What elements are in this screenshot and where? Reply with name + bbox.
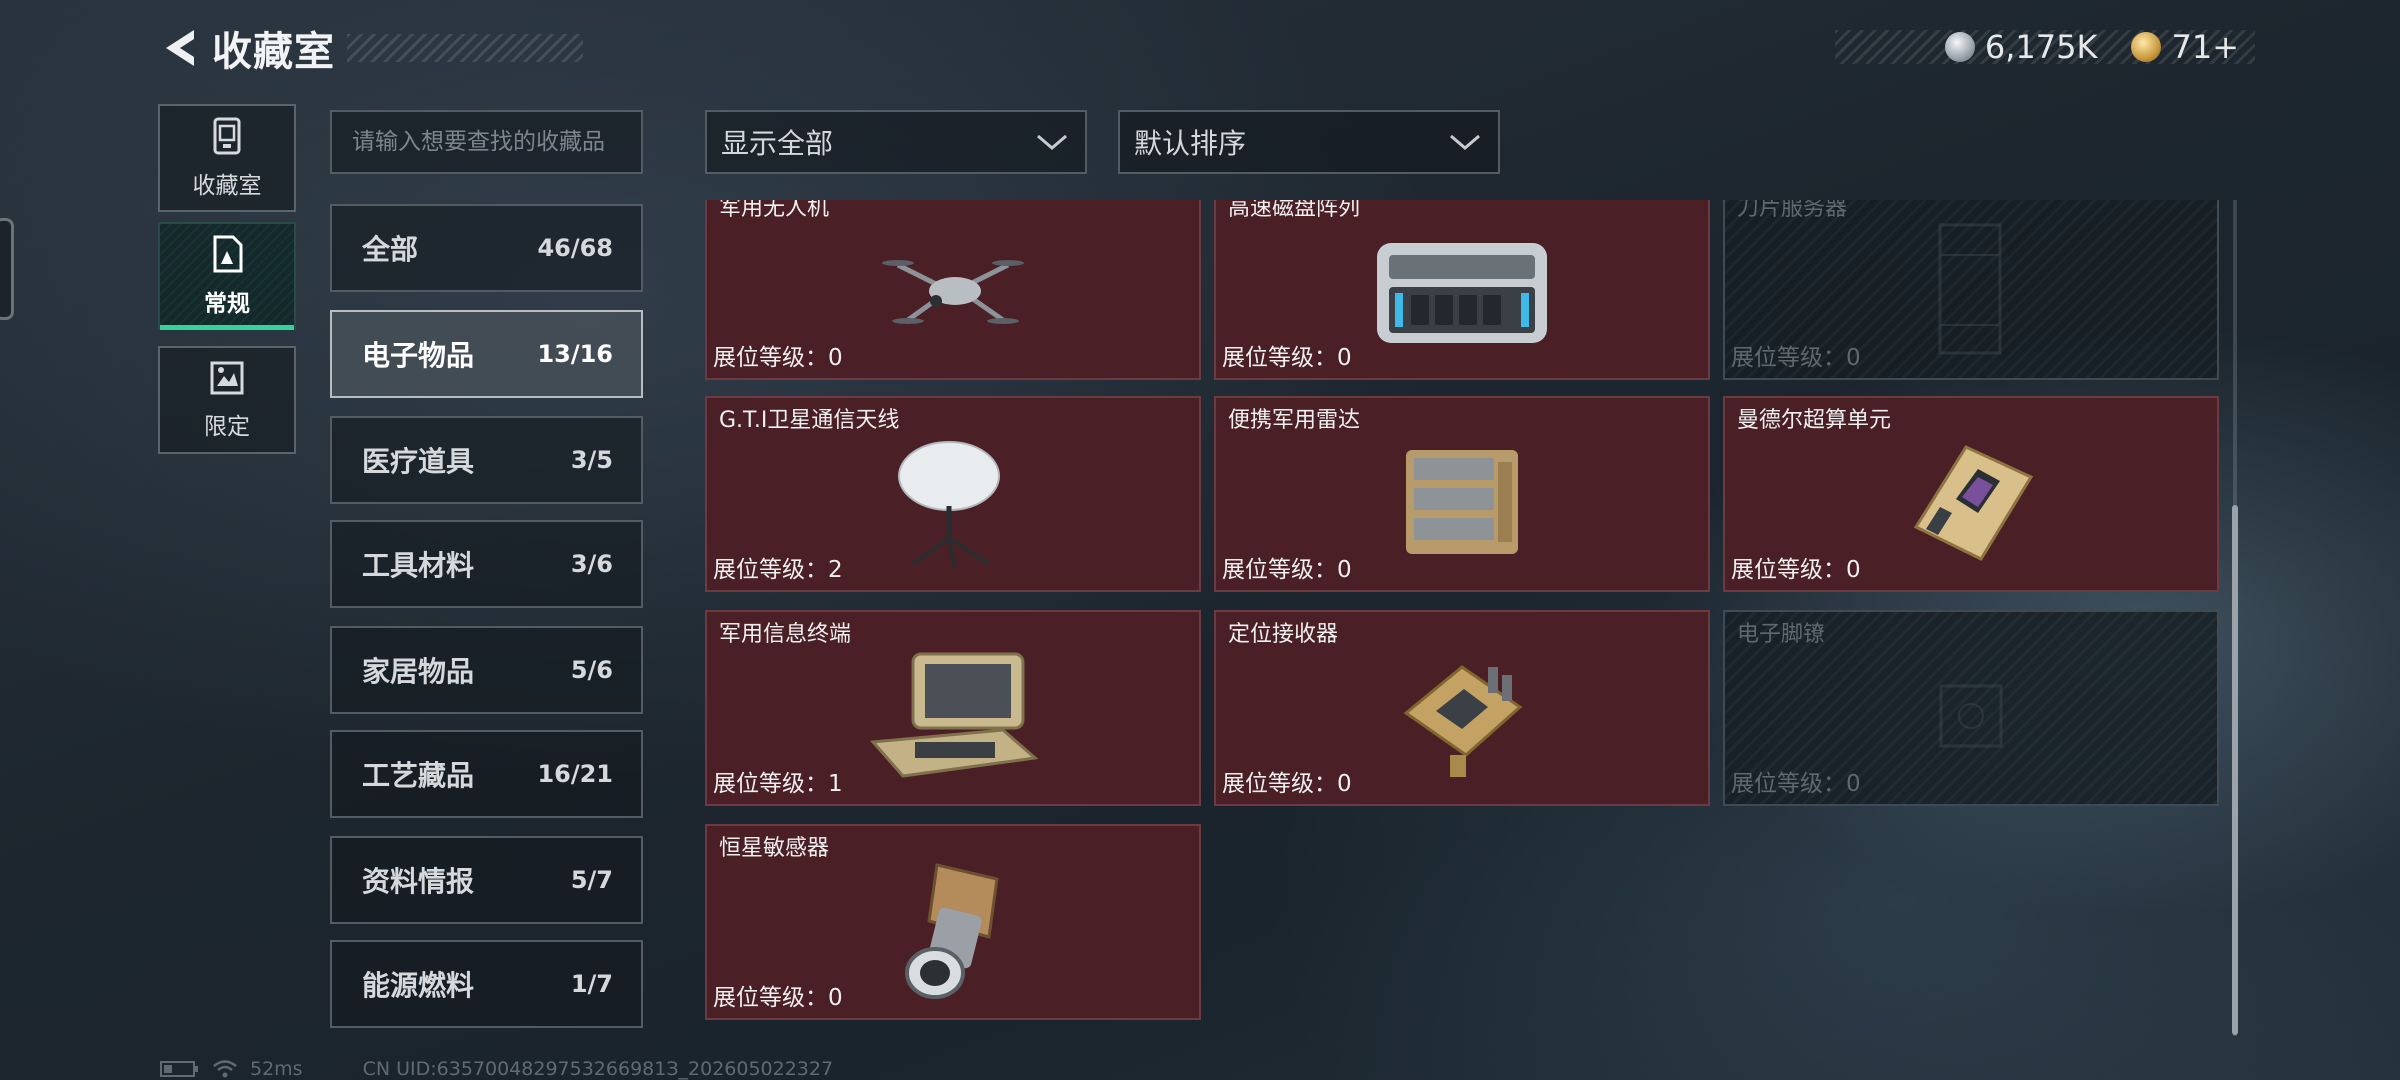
sort-dropdown[interactable]: 默认排序	[1118, 110, 1500, 174]
drone-icon	[882, 259, 1024, 324]
gold-currency-value[interactable]: 71+	[2171, 28, 2239, 66]
item-level: 展位等级：0	[1731, 771, 1861, 797]
regular-doc-icon	[213, 235, 243, 273]
category-count: 3/6	[570, 550, 613, 578]
gold-coin-icon	[2131, 32, 2162, 62]
item-level: 展位等级：0	[1731, 557, 1861, 583]
side-tab-label: 限定	[204, 414, 250, 440]
title-decoration	[347, 34, 583, 62]
item-name: 便携军用雷达	[1228, 408, 1361, 433]
silver-currency-value: 6,175K	[1984, 28, 2098, 66]
side-tab-limited[interactable]: 限定	[158, 346, 296, 454]
side-tab-label: 常规	[204, 291, 250, 317]
side-tab-collection-room[interactable]: 收藏室	[158, 104, 296, 212]
collection-grid[interactable]: 军用无人机 展位等级：0 高速磁盘阵列 展位等级：0 刀片服务器 展位等级：0 …	[700, 200, 2220, 1040]
item-level: 展位等级：0	[1222, 345, 1352, 371]
silver-coin-icon	[1944, 32, 1975, 62]
search-input[interactable]	[330, 110, 643, 174]
item-name: G.T.I卫星通信天线	[719, 408, 900, 433]
item-level: 展位等级：0	[713, 985, 843, 1011]
category-energy[interactable]: 能源燃料 1/7	[330, 940, 643, 1028]
status-bar: 52ms CN UID:6357004829753266981З_2026050…	[160, 1058, 833, 1080]
side-tab-regular[interactable]: 常规	[158, 222, 296, 330]
item-name: 曼德尔超算单元	[1737, 408, 1892, 433]
positioning-receiver-icon	[1403, 664, 1523, 777]
back-arrow-icon	[166, 30, 194, 66]
item-card-star-sensor[interactable]: 恒星敏感器 展位等级：0	[705, 824, 1201, 1020]
category-name: 工具材料	[362, 549, 475, 582]
item-card-blade-server[interactable]: 刀片服务器 展位等级：0	[1723, 200, 2219, 380]
sort-label: 默认排序	[1134, 127, 1247, 160]
item-card-electronic-shackle[interactable]: 电子脚镣 展位等级：0	[1723, 610, 2219, 806]
item-level: 展位等级：1	[713, 771, 843, 797]
category-count: 1/7	[570, 970, 613, 998]
category-name: 全部	[362, 233, 419, 266]
category-count: 46/68	[537, 234, 613, 262]
satellite-antenna-icon	[898, 440, 1000, 569]
category-all[interactable]: 全部 46/68	[330, 204, 643, 292]
category-crafts[interactable]: 工艺藏品 16/21	[330, 730, 643, 818]
item-level: 展位等级：2	[713, 557, 843, 583]
radar-icon	[1406, 449, 1518, 554]
category-name: 电子物品	[362, 339, 475, 372]
item-level: 展位等级：0	[1222, 557, 1352, 583]
item-card-military-info-terminal[interactable]: 军用信息终端 展位等级：1	[705, 610, 1201, 806]
item-name: 军用信息终端	[719, 622, 852, 647]
item-name: 恒星敏感器	[719, 836, 830, 861]
chevron-down-icon	[1037, 134, 1067, 150]
wifi-icon	[213, 1060, 237, 1078]
item-name: 刀片服务器	[1737, 200, 1848, 221]
item-card-positioning-receiver[interactable]: 定位接收器 展位等级：0	[1214, 610, 1710, 806]
item-name: 定位接收器	[1228, 622, 1339, 647]
category-count: 13/16	[537, 340, 613, 368]
disk-array-icon	[1377, 242, 1547, 343]
item-level: 展位等级：0	[713, 345, 843, 371]
item-name: 军用无人机	[719, 200, 830, 221]
item-card-military-drone[interactable]: 军用无人机 展位等级：0	[705, 200, 1201, 380]
collection-room-icon	[213, 117, 241, 155]
category-medical[interactable]: 医疗道具 3/5	[330, 416, 643, 504]
item-name: 电子脚镣	[1737, 622, 1826, 647]
chevron-down-icon	[1450, 134, 1480, 150]
category-household[interactable]: 家居物品 5/6	[330, 626, 643, 714]
header: 收藏室	[158, 20, 583, 76]
star-sensor-icon	[905, 862, 999, 999]
category-name: 能源燃料	[362, 969, 475, 1002]
category-intel[interactable]: 资料情报 5/7	[330, 836, 643, 924]
category-name: 工艺藏品	[362, 759, 475, 792]
limited-icon	[210, 361, 244, 395]
filter-show-label: 显示全部	[721, 127, 834, 160]
item-card-gti-satellite-antenna[interactable]: G.T.I卫星通信天线 展位等级：2	[705, 396, 1201, 592]
item-level: 展位等级：0	[1731, 345, 1861, 371]
category-count: 3/5	[570, 446, 613, 474]
side-tab-label: 收藏室	[192, 173, 262, 199]
ping-value: 52ms	[250, 1058, 303, 1080]
category-tools[interactable]: 工具材料 3/6	[330, 520, 643, 608]
category-name: 医疗道具	[362, 445, 475, 478]
category-count: 16/21	[537, 760, 613, 788]
category-count: 5/7	[570, 866, 613, 894]
category-name: 资料情报	[362, 865, 475, 898]
scrollbar-thumb[interactable]	[2232, 505, 2238, 1035]
currency-bar: 6,175K 71+	[1835, 28, 2255, 66]
battery-icon	[160, 1061, 198, 1077]
category-name: 家居物品	[362, 655, 475, 688]
category-electronics[interactable]: 电子物品 13/16	[330, 310, 643, 398]
item-level: 展位等级：0	[1222, 771, 1352, 797]
supercomputer-unit-icon	[1913, 444, 2034, 561]
item-name: 高速磁盘阵列	[1228, 200, 1361, 221]
left-edge-handle[interactable]	[0, 218, 14, 320]
filter-show-dropdown[interactable]: 显示全部	[705, 110, 1087, 174]
category-count: 5/6	[570, 656, 613, 684]
back-button[interactable]	[158, 20, 202, 76]
page-title: 收藏室	[212, 29, 335, 75]
item-card-portable-radar[interactable]: 便携军用雷达 展位等级：0	[1214, 396, 1710, 592]
blade-server-icon	[1938, 223, 2002, 355]
item-card-disk-array[interactable]: 高速磁盘阵列 展位等级：0	[1214, 200, 1710, 380]
item-card-mandel-supercomputer[interactable]: 曼德尔超算单元 展位等级：0	[1723, 396, 2219, 592]
info-terminal-icon	[869, 652, 1039, 778]
user-uid: CN UID:6357004829753266981З_202605022327	[362, 1058, 834, 1080]
electronic-shackle-icon	[1939, 684, 2003, 748]
